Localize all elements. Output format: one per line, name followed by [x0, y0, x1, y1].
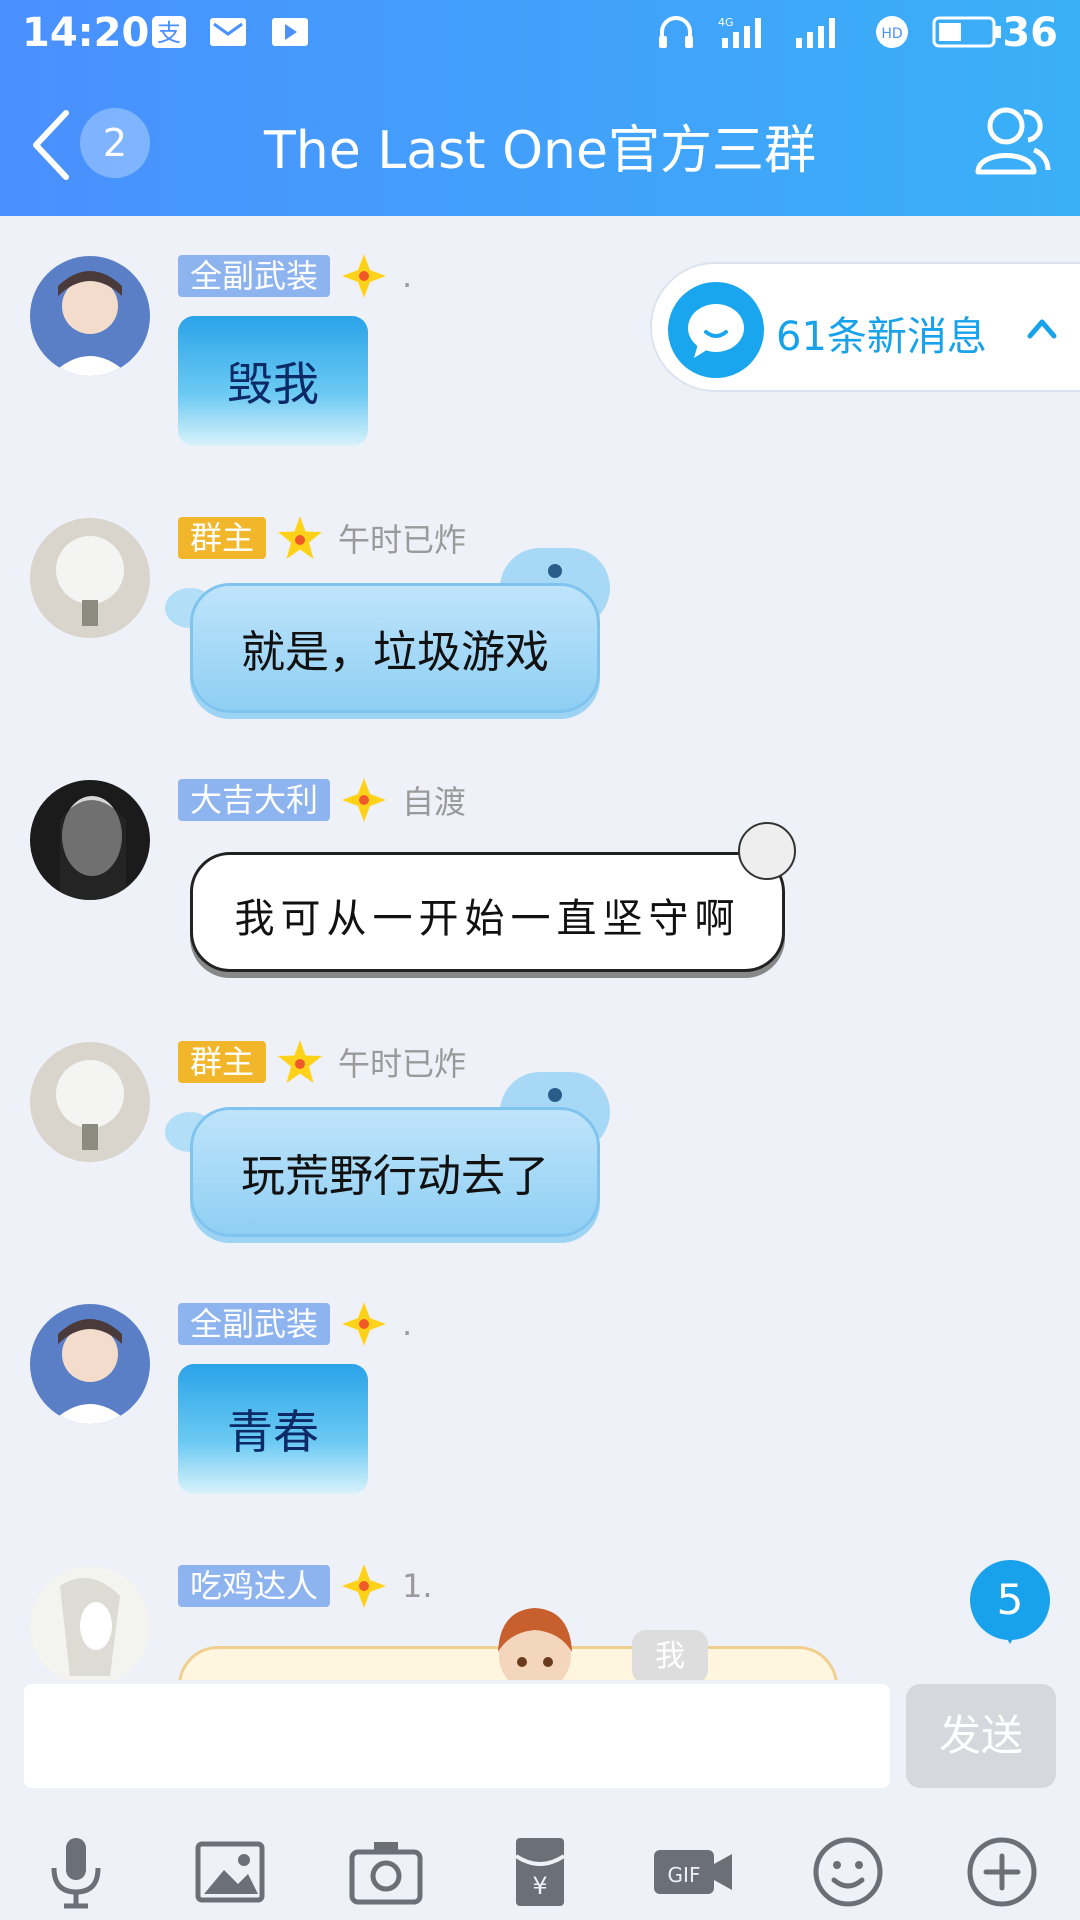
avatar[interactable] — [30, 518, 150, 638]
message-meta: 全副武装 . — [178, 1302, 412, 1346]
message-item: 全副武装 . 青春 — [0, 1264, 1080, 1524]
mail-icon — [210, 18, 246, 46]
status-time: 14:20 — [22, 10, 150, 56]
microphone-icon[interactable] — [36, 1832, 116, 1912]
avatar[interactable] — [30, 1566, 150, 1680]
avatar[interactable] — [30, 1304, 150, 1424]
owner-tag: 群主 — [178, 517, 267, 559]
nickname: 自渡 — [402, 783, 467, 821]
message-meta: 大吉大利 自渡 — [178, 778, 466, 822]
camera-icon[interactable] — [346, 1832, 426, 1912]
message-meta: 群主 午时已炸 — [178, 516, 466, 560]
sticker-text: 青春 — [227, 1405, 319, 1459]
level-star-icon — [342, 778, 387, 822]
level-star-icon — [342, 1302, 387, 1346]
sticker-message[interactable]: 青春 — [178, 1364, 378, 1504]
plus-icon[interactable] — [962, 1832, 1042, 1912]
message-input[interactable] — [24, 1684, 890, 1788]
message-item: 群主 午时已炸 玩荒野行动去了 — [0, 1002, 1080, 1262]
input-bar: 发送 ¥ GIF — [0, 1680, 1080, 1920]
message-text: 就是，垃圾游戏 — [241, 627, 549, 678]
level-star-icon — [278, 1040, 323, 1083]
chevron-up-icon — [1027, 319, 1057, 339]
signal-icon — [796, 18, 835, 48]
avatar[interactable] — [30, 256, 150, 376]
message-text: 我可从一开始一直坚守啊 — [234, 896, 741, 942]
image-icon[interactable] — [190, 1832, 270, 1912]
header: 14:20 支 4G HD 36 2 The Last One官方三群 — [0, 0, 1080, 216]
member-title-tag: 全副武装 — [178, 1303, 331, 1345]
gif-icon[interactable]: GIF — [652, 1832, 736, 1912]
unread-count-badge[interactable]: 2 — [80, 108, 150, 178]
message-text: 玩荒野行动去了 — [241, 1151, 549, 1202]
svg-text:¥: ¥ — [532, 1872, 547, 1900]
member-title-tag: 吃鸡达人 — [178, 1565, 331, 1607]
send-button[interactable]: 发送 — [906, 1684, 1056, 1788]
battery-percent: 36 — [1002, 10, 1058, 56]
headphones-icon — [659, 16, 693, 48]
level-star-icon — [278, 516, 323, 559]
message-item: 群主 午时已炸 就是，垃圾游戏 — [0, 478, 1080, 738]
message-meta: 吃鸡达人 1. — [178, 1564, 433, 1608]
group-members-icon[interactable] — [972, 100, 1052, 180]
new-messages-label: 61条新消息 — [776, 314, 987, 360]
nickname: 午时已炸 — [338, 521, 467, 559]
avatar[interactable] — [30, 1042, 150, 1162]
svg-text:4G: 4G — [718, 16, 734, 29]
svg-text:GIF: GIF — [668, 1863, 701, 1887]
message-meta: 全副武装 . — [178, 254, 412, 298]
nickname: 1. — [402, 1567, 433, 1605]
owner-tag: 群主 — [178, 1041, 267, 1083]
message-item: 吃鸡达人 1. — [0, 1526, 1080, 1680]
new-messages-pill[interactable]: 61条新消息 — [650, 262, 1080, 392]
sticker-text: 毁我 — [227, 357, 319, 411]
status-bar: 14:20 支 4G HD 36 — [0, 0, 1080, 66]
member-title-tag: 全副武装 — [178, 255, 331, 297]
level-star-icon — [342, 1564, 387, 1608]
input-toolbar: ¥ GIF — [0, 1810, 1080, 1920]
signal-4g-icon: 4G — [718, 16, 761, 48]
alipay-icon: 支 — [152, 16, 186, 48]
level-star-icon — [342, 254, 387, 298]
member-title-tag: 大吉大利 — [178, 779, 331, 821]
unread-mentions-badge[interactable]: 5 — [970, 1560, 1050, 1644]
page-title: The Last One官方三群 — [264, 121, 816, 181]
message-meta: 群主 午时已炸 — [178, 1040, 466, 1084]
nickname: . — [402, 257, 413, 295]
hd-icon: HD — [876, 16, 908, 48]
chat-area[interactable]: 全副武装 . 毁我 群主 午时已炸 就是，垃圾游戏 大吉大利 自渡 我可从一开始… — [0, 216, 1080, 1680]
rage-face-icon — [738, 822, 796, 880]
message-item: 大吉大利 自渡 我可从一开始一直坚守啊 — [0, 740, 1080, 1000]
svg-text:支: 支 — [157, 19, 181, 47]
back-icon[interactable] — [26, 105, 76, 185]
avatar[interactable] — [30, 780, 150, 900]
video-icon — [272, 18, 308, 46]
chat-bubble-icon — [668, 282, 764, 378]
sticker-message[interactable]: 毁我 — [178, 316, 378, 456]
battery-icon — [932, 16, 1001, 48]
red-packet-icon[interactable]: ¥ — [500, 1832, 580, 1912]
me-badge[interactable]: 我 — [632, 1630, 708, 1684]
emoji-icon[interactable] — [808, 1832, 888, 1912]
nickname: 午时已炸 — [338, 1045, 467, 1083]
avatar-sticker-icon — [498, 1608, 572, 1680]
nickname: . — [402, 1305, 413, 1343]
svg-text:HD: HD — [881, 26, 902, 42]
nav-bar: 2 The Last One官方三群 — [0, 80, 1080, 210]
